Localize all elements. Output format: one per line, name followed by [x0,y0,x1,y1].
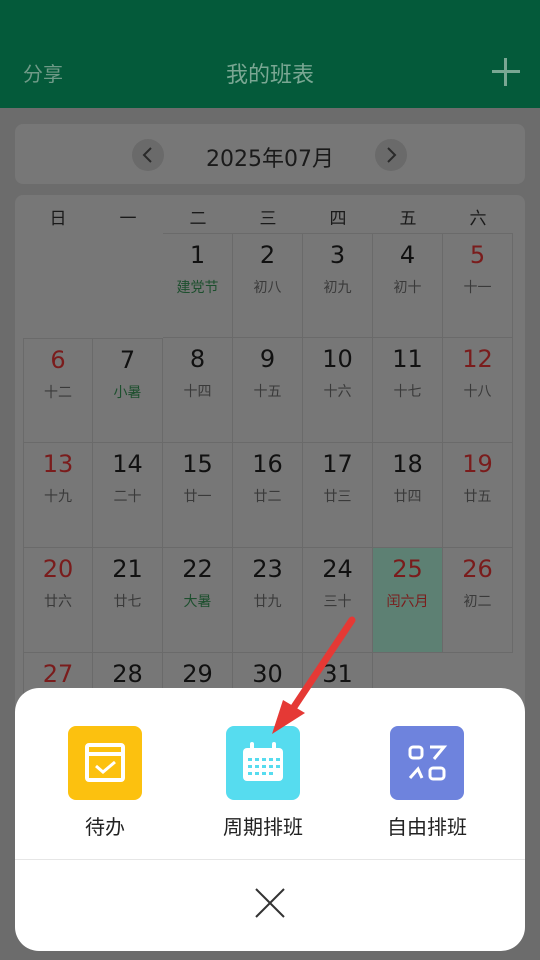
arrow-annotation [272,616,356,734]
